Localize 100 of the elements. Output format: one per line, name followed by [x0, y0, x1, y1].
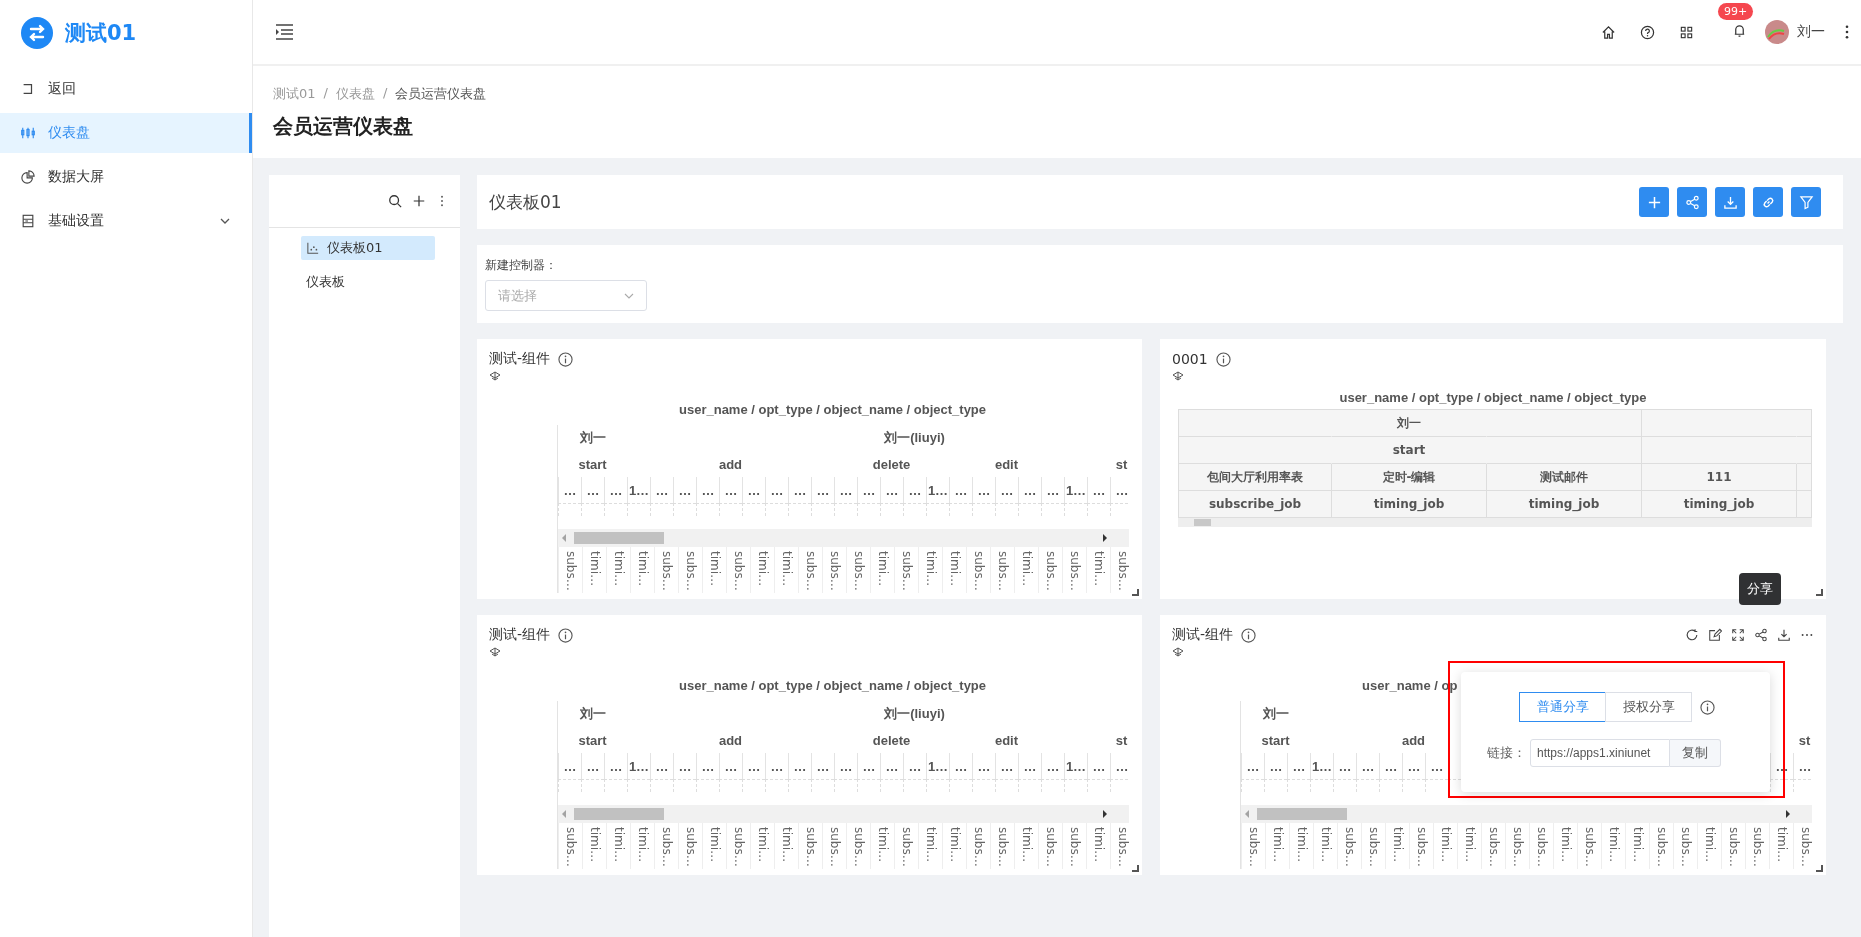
- column-label: timi…: [1014, 823, 1038, 869]
- column-label: subs…: [1062, 823, 1086, 869]
- column-label: subs…: [1745, 823, 1769, 869]
- link-field[interactable]: https://apps1.xiniunet: [1530, 739, 1670, 767]
- header-cell: start: [578, 732, 607, 748]
- column-label: subs…: [654, 547, 678, 593]
- search-icon[interactable]: [388, 194, 402, 208]
- header-cell: …: [609, 482, 623, 498]
- header-cell: …: [655, 482, 669, 498]
- breadcrumb-item: 会员运营仪表盘: [395, 85, 487, 103]
- column-label: timi…: [1086, 823, 1110, 869]
- info-icon[interactable]: [558, 351, 574, 367]
- share-tab[interactable]: 普通分享: [1519, 692, 1606, 722]
- header-cell: …: [1115, 482, 1129, 498]
- table-cell: 刘一: [1332, 410, 1487, 437]
- drill-down-icon[interactable]: [1172, 647, 1184, 657]
- header-cell: …: [908, 758, 922, 774]
- nav-item[interactable]: 数据大屏: [0, 157, 252, 197]
- home-icon[interactable]: [1601, 24, 1616, 40]
- drill-down-icon[interactable]: [489, 647, 501, 657]
- refresh-icon[interactable]: [1685, 628, 1699, 642]
- column-label: subs…: [558, 823, 582, 869]
- share-button[interactable]: [1677, 187, 1707, 217]
- header-cell: …: [678, 482, 692, 498]
- return-icon: [21, 82, 35, 96]
- column-label: subs…: [1577, 823, 1601, 869]
- column-label: timi…: [630, 823, 654, 869]
- column-label: timi…: [918, 547, 942, 593]
- plus-icon: [1646, 194, 1662, 210]
- filter-button[interactable]: [1791, 187, 1821, 217]
- copy-button[interactable]: 复制: [1670, 739, 1721, 767]
- apps-grid-icon[interactable]: [1679, 24, 1694, 40]
- column-label: subs…: [798, 547, 822, 593]
- header-cell: start: [1261, 732, 1290, 748]
- header-cell: edit: [994, 456, 1019, 472]
- horizontal-scrollbar[interactable]: [1241, 805, 1812, 823]
- header-cell: edit: [994, 732, 1019, 748]
- add-icon[interactable]: [412, 194, 426, 208]
- drill-down-icon[interactable]: [489, 371, 501, 381]
- share-tab[interactable]: 授权分享: [1605, 692, 1692, 722]
- column-label: timi…: [942, 823, 966, 869]
- info-icon[interactable]: [558, 627, 574, 643]
- add-button[interactable]: [1639, 187, 1669, 217]
- header-cell: …: [724, 758, 738, 774]
- horizontal-scrollbar[interactable]: [558, 529, 1129, 547]
- header-cell: …: [977, 758, 991, 774]
- column-label: timi…: [918, 823, 942, 869]
- info-icon[interactable]: [1215, 351, 1231, 367]
- resize-handle[interactable]: [1816, 589, 1823, 596]
- info-icon[interactable]: [1700, 699, 1715, 715]
- resize-handle[interactable]: [1132, 865, 1139, 872]
- column-label: timi…: [870, 547, 894, 593]
- column-label: timi…: [750, 547, 774, 593]
- header-cell: …: [586, 482, 600, 498]
- tree-item[interactable]: 仪表板: [301, 270, 435, 294]
- notification-badge: 99+: [1718, 2, 1754, 20]
- download-button[interactable]: [1715, 187, 1745, 217]
- drill-down-icon[interactable]: [1172, 371, 1184, 381]
- menu-fold-icon[interactable]: [275, 24, 293, 40]
- header-cell: …: [954, 482, 968, 498]
- column-label: timi…: [1086, 547, 1110, 593]
- share-icon[interactable]: [1754, 628, 1768, 642]
- column-label: timi…: [702, 547, 726, 593]
- column-label: subs…: [1241, 823, 1265, 869]
- info-icon[interactable]: [1241, 627, 1257, 643]
- download-icon: [1722, 194, 1738, 210]
- help-icon[interactable]: [1640, 24, 1655, 40]
- avatar[interactable]: [1765, 20, 1789, 44]
- horizontal-scrollbar[interactable]: [558, 805, 1129, 823]
- bell-icon[interactable]: [1732, 22, 1747, 38]
- app-name: 测试01: [65, 19, 137, 47]
- tooltip: 分享: [1739, 573, 1781, 605]
- header-cell: …: [1046, 758, 1060, 774]
- tree-item[interactable]: 仪表板01: [301, 236, 435, 260]
- header-cell: …: [793, 758, 807, 774]
- link-button[interactable]: [1753, 187, 1783, 217]
- resize-handle[interactable]: [1816, 865, 1823, 872]
- column-label: timi…: [606, 547, 630, 593]
- resize-handle[interactable]: [1132, 589, 1139, 596]
- nav-item[interactable]: 基础设置: [0, 201, 252, 241]
- header-cell: 1…: [1065, 758, 1087, 774]
- header-cell: …: [839, 482, 853, 498]
- column-label: subs…: [1337, 823, 1361, 869]
- fullscreen-icon[interactable]: [1731, 628, 1745, 642]
- column-label: timi…: [1289, 823, 1313, 869]
- download-icon[interactable]: [1777, 628, 1791, 642]
- column-label: subs…: [1361, 823, 1385, 869]
- edit-icon[interactable]: [1708, 628, 1722, 642]
- link-label: 链接：: [1487, 744, 1526, 762]
- nav-item[interactable]: 返回: [0, 69, 252, 109]
- user-name[interactable]: 刘一: [1797, 23, 1825, 41]
- table-cell: 111: [1642, 464, 1797, 491]
- header-cell: …: [1023, 482, 1037, 498]
- header-cell: …: [885, 482, 899, 498]
- horizontal-scrollbar[interactable]: [1178, 518, 1812, 527]
- header-cell: st: [1115, 732, 1128, 748]
- column-label: timi…: [1625, 823, 1649, 869]
- header-cell: …: [1407, 758, 1421, 774]
- table-title: user_name / opt_type / object_name / object_type: [1338, 389, 1648, 407]
- more-icon[interactable]: [1845, 25, 1849, 39]
